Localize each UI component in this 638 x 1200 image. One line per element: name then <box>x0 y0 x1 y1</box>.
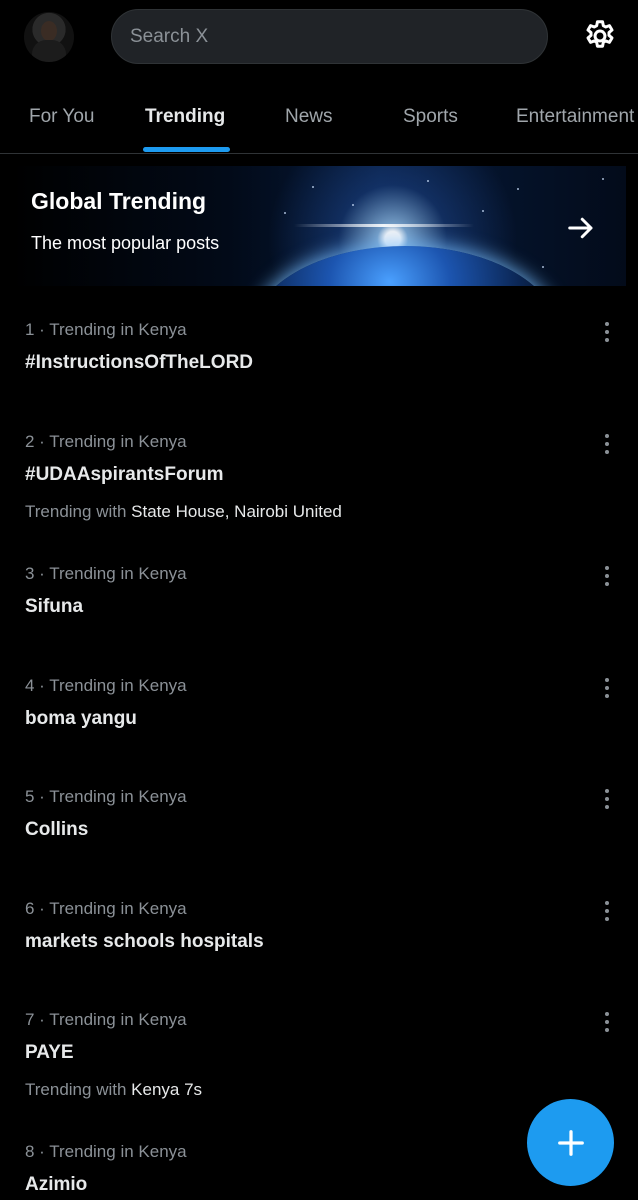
sun-flare <box>294 224 474 227</box>
arrow-right-icon[interactable] <box>566 213 596 243</box>
star <box>312 186 314 188</box>
star <box>284 212 286 214</box>
app-root: For You Trending News Sports Entertainme… <box>0 0 638 1200</box>
trend-meta: 6 · Trending in Kenya <box>25 899 187 918</box>
avatar-head <box>41 21 57 41</box>
star <box>352 204 354 206</box>
global-trending-banner[interactable]: Global Trending The most popular posts <box>12 166 626 286</box>
active-tab-indicator <box>143 147 230 152</box>
trending-with-prefix: Trending with <box>25 1080 127 1099</box>
tab-news[interactable]: News <box>285 90 333 153</box>
more-vertical-icon[interactable] <box>598 676 616 700</box>
trend-meta: 4 · Trending in Kenya <box>25 676 187 695</box>
trend-name: boma yangu <box>25 708 137 729</box>
trend-name: Collins <box>25 819 89 840</box>
tab-for-you[interactable]: For You <box>29 90 95 153</box>
trend-meta: 1 · Trending in Kenya <box>25 320 187 339</box>
trend-name: #InstructionsOfTheLORD <box>25 352 254 373</box>
search-box[interactable] <box>111 9 548 64</box>
tab-trending[interactable]: Trending <box>145 90 225 153</box>
banner-title: Global Trending <box>31 188 207 214</box>
star <box>482 210 484 212</box>
more-vertical-icon[interactable] <box>598 564 616 588</box>
trending-with: Trending with State House, Nairobi Unite… <box>25 502 342 522</box>
star <box>542 266 544 268</box>
trending-with: Trending with Kenya 7s <box>25 1080 202 1100</box>
trending-with-prefix: Trending with <box>25 502 127 521</box>
tab-sports[interactable]: Sports <box>403 90 458 153</box>
banner-subtitle: The most popular posts <box>31 233 220 253</box>
compose-button[interactable] <box>527 1099 614 1186</box>
trend-meta: 7 · Trending in Kenya <box>25 1010 187 1029</box>
trending-with-value: Kenya 7s <box>131 1080 203 1099</box>
trend-name: #UDAAspirantsForum <box>25 464 224 485</box>
trending-with-value: State House, Nairobi United <box>131 502 342 521</box>
tab-entertainment[interactable]: Entertainment <box>516 90 634 153</box>
trend-meta: 5 · Trending in Kenya <box>25 787 187 806</box>
plus-icon <box>557 1129 584 1156</box>
more-vertical-icon[interactable] <box>598 1010 616 1034</box>
star <box>602 178 604 180</box>
star <box>427 180 429 182</box>
trend-name: Sifuna <box>25 596 84 617</box>
search-input[interactable] <box>130 25 547 48</box>
more-vertical-icon[interactable] <box>598 787 616 811</box>
trend-name: Azimio <box>25 1174 88 1195</box>
avatar[interactable] <box>24 12 74 62</box>
gear-icon[interactable] <box>582 18 618 54</box>
tab-bar: For You Trending News Sports Entertainme… <box>0 90 638 154</box>
trend-name: markets schools hospitals <box>25 931 264 952</box>
avatar-body <box>32 40 66 62</box>
trend-name: PAYE <box>25 1042 74 1063</box>
trend-meta: 2 · Trending in Kenya <box>25 432 187 451</box>
trend-meta: 8 · Trending in Kenya <box>25 1142 187 1161</box>
more-vertical-icon[interactable] <box>598 432 616 456</box>
trend-meta: 3 · Trending in Kenya <box>25 564 187 583</box>
top-bar <box>0 0 638 78</box>
more-vertical-icon[interactable] <box>598 320 616 344</box>
star <box>517 188 519 190</box>
more-vertical-icon[interactable] <box>598 899 616 923</box>
